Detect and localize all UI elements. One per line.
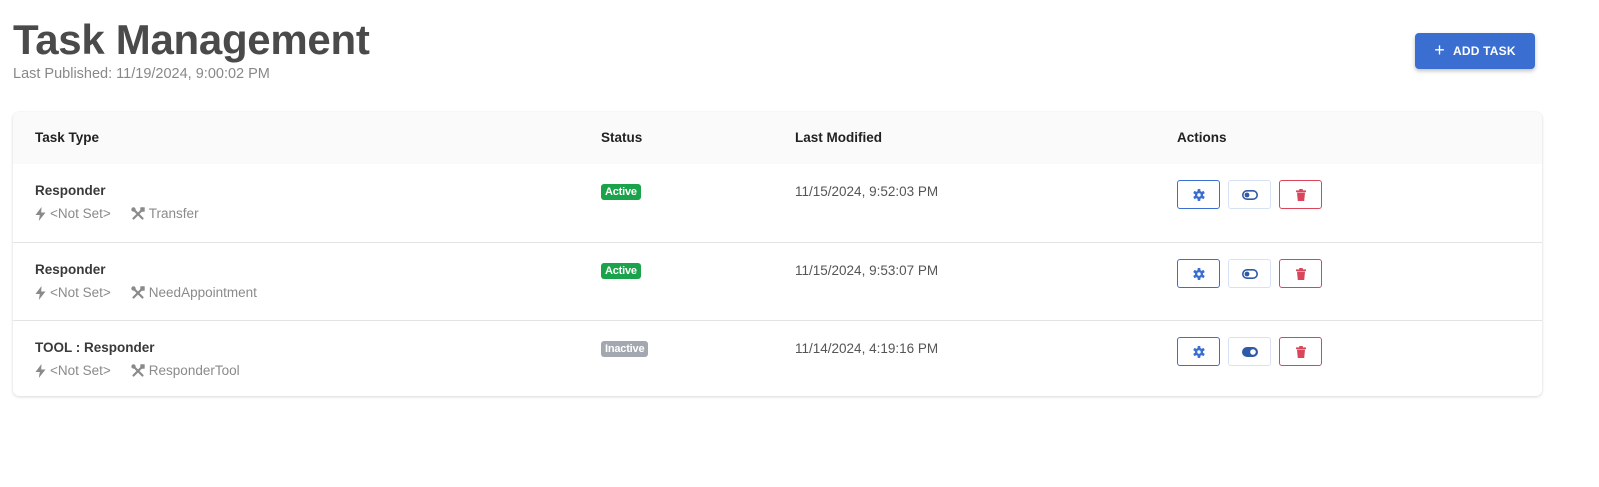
task-tools: NeedAppointment [148, 285, 257, 300]
task-tools: Transfer [148, 206, 199, 221]
page-title: Task Management [13, 16, 370, 63]
task-type-name: TOOL : Responder [35, 340, 155, 355]
tools-icon [131, 363, 145, 378]
toggle-status-button[interactable] [1228, 259, 1271, 288]
column-header-task-type: Task Type [35, 130, 100, 145]
row-actions [1177, 180, 1322, 209]
add-task-label: ADD TASK [1453, 44, 1516, 58]
task-tools: ResponderTool [148, 363, 240, 378]
toggle-status-button[interactable] [1228, 337, 1271, 366]
task-table: Task Type Status Last Modified Actions R… [13, 112, 1542, 396]
toggle-status-button[interactable] [1228, 180, 1271, 209]
plus-icon: + [1434, 40, 1445, 60]
delete-button[interactable] [1279, 337, 1322, 366]
table-row: TOOL : Responder <Not Set> ResponderTool… [13, 320, 1542, 396]
trash-icon [1295, 267, 1306, 280]
trash-icon [1295, 345, 1306, 358]
task-trigger: <Not Set> [50, 206, 111, 221]
bolt-icon [34, 363, 46, 378]
column-header-status: Status [601, 130, 643, 145]
table-header: Task Type Status Last Modified Actions [13, 112, 1542, 164]
gear-icon [1192, 267, 1205, 280]
task-meta: <Not Set> Transfer [34, 206, 199, 221]
task-management-page: Task Management Last Published: 11/19/20… [0, 0, 1599, 487]
delete-button[interactable] [1279, 259, 1322, 288]
status-badge: Active [601, 184, 641, 200]
task-type-name: Responder [35, 262, 106, 277]
task-type-name: Responder [35, 183, 106, 198]
toggle-icon [1241, 189, 1258, 200]
tools-icon [131, 206, 145, 221]
settings-button[interactable] [1177, 180, 1220, 209]
task-meta: <Not Set> NeedAppointment [34, 285, 257, 300]
settings-button[interactable] [1177, 337, 1220, 366]
task-trigger: <Not Set> [50, 363, 111, 378]
gear-icon [1192, 345, 1205, 358]
toggle-icon [1241, 346, 1258, 357]
task-meta: <Not Set> ResponderTool [34, 363, 240, 378]
row-actions [1177, 259, 1322, 288]
status-badge: Inactive [601, 341, 649, 357]
bolt-icon [34, 285, 46, 300]
table-row: Responder <Not Set> NeedAppointment Acti… [13, 242, 1542, 320]
task-trigger: <Not Set> [50, 285, 111, 300]
column-header-last-modified: Last Modified [795, 130, 882, 145]
add-task-button[interactable]: + ADD TASK [1415, 33, 1535, 69]
settings-button[interactable] [1177, 259, 1220, 288]
last-modified-value: 11/14/2024, 4:19:16 PM [795, 341, 939, 356]
row-actions [1177, 337, 1322, 366]
trash-icon [1295, 188, 1306, 201]
last-modified-value: 11/15/2024, 9:53:07 PM [795, 263, 939, 278]
toggle-icon [1241, 268, 1258, 279]
bolt-icon [34, 206, 46, 221]
column-header-actions: Actions [1177, 130, 1227, 145]
last-published-text: Last Published: 11/19/2024, 9:00:02 PM [13, 66, 270, 82]
delete-button[interactable] [1279, 180, 1322, 209]
status-badge: Active [601, 263, 641, 279]
table-row: Responder <Not Set> Transfer Active 11/1… [13, 164, 1542, 242]
last-modified-value: 11/15/2024, 9:52:03 PM [795, 184, 939, 199]
gear-icon [1192, 188, 1205, 201]
tools-icon [131, 285, 145, 300]
